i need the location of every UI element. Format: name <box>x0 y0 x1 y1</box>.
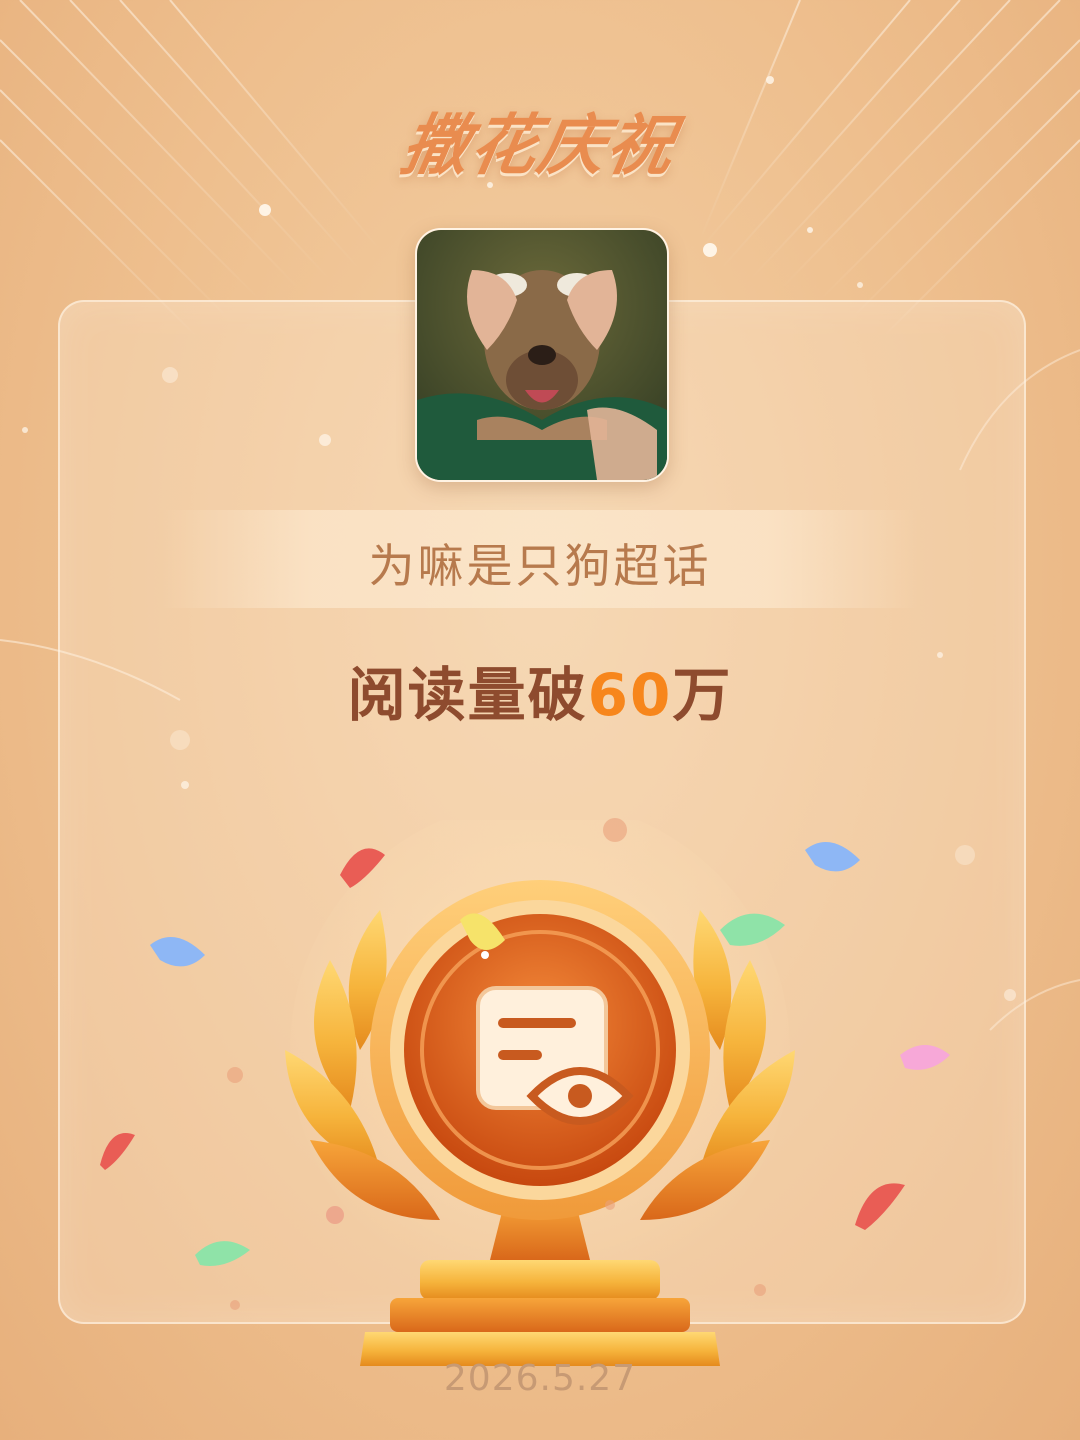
achievement-text: 阅读量破60万 <box>0 648 1080 732</box>
document-eye-icon <box>476 986 634 1125</box>
achievement-date: 2026.5.27 <box>443 1358 637 1399</box>
achievement-prefix: 阅读量破 <box>347 661 588 729</box>
topic-name[interactable]: 为嘛是只狗超话 <box>0 530 1080 596</box>
achievement-suffix: 万 <box>672 661 733 729</box>
topic-avatar[interactable] <box>415 228 669 482</box>
trophy-medal <box>285 820 795 1366</box>
achievement-number: 60 <box>587 661 673 729</box>
dog-avatar-icon <box>417 230 667 480</box>
page-title: 撒花庆祝 <box>396 107 682 184</box>
